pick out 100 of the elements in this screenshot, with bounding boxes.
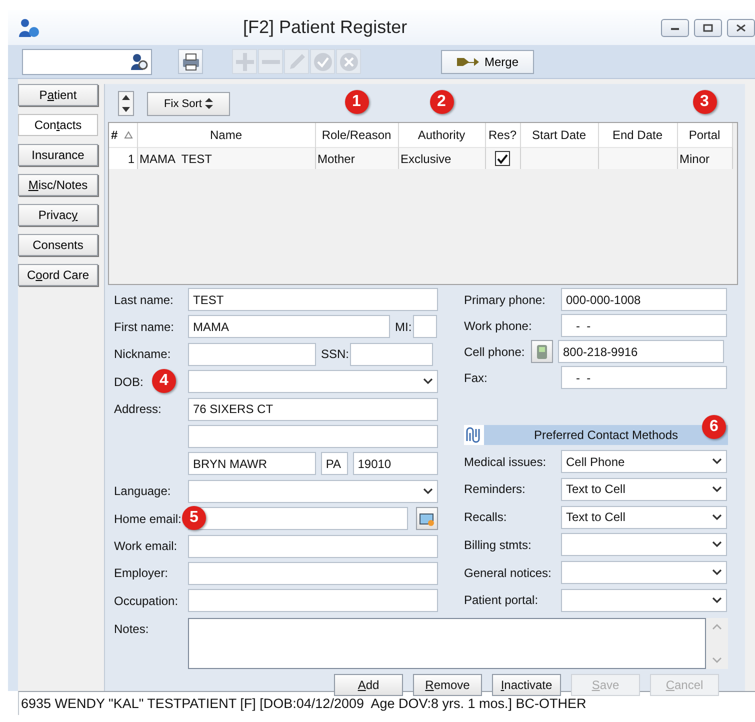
chevron-down-icon [712,458,722,465]
action-button[interactable]: Inactivate [492,674,561,696]
number-badge: 1 [344,90,368,114]
status-text: 6935 WENDY "KAL" TESTPATIENT [F] [DOB:04/12/2009 Age DOV:8 yrs. 1 mos.] BC-OTHER [21,696,586,711]
text-field[interactable] [188,534,438,558]
column-header[interactable]: Name [210,128,242,142]
maximize-icon [703,24,713,32]
side-tab[interactable]: Insurance [18,144,98,166]
plus-icon [234,50,256,72]
text-field[interactable] [188,589,438,612]
table-cell: Minor [680,152,710,166]
side-tab[interactable]: Misc/Notes [18,174,98,196]
chevron-down-icon [712,657,722,664]
side-tab[interactable]: Coord Care [18,264,98,286]
text-field[interactable]: TEST [188,288,438,311]
chevron-down-icon [712,486,722,493]
field-label: Cell phone: [464,344,525,358]
text-field[interactable] [188,342,316,366]
field-label: Work email: [114,539,178,554]
chevron-up-icon [712,624,722,630]
caret-down-icon [122,106,130,112]
dropdown-field[interactable] [561,588,727,612]
dropdown-field[interactable] [561,561,727,584]
scrollbar[interactable] [706,618,728,670]
close-icon [338,50,360,72]
checkbox[interactable] [495,151,510,166]
dropdown-field[interactable]: Cell Phone [561,450,727,473]
action-button[interactable]: Remove [413,674,482,696]
merge-button[interactable]: Merge [441,50,534,74]
text-field[interactable]: BRYN MAWR [188,452,316,476]
check-icon [497,154,508,164]
field-label: Address: [114,402,162,416]
print-button[interactable] [178,49,203,74]
field-label: Occupation: [114,594,178,608]
phone-button[interactable] [531,340,553,363]
table-cell: 1 [128,152,134,166]
text-field[interactable]: 000-000-1008 [561,288,727,311]
field-label: Reminders: [464,482,526,496]
close-button[interactable] [727,18,755,36]
number-badge: 4 [152,369,176,394]
side-tab[interactable]: Patient [18,84,98,106]
field-label: First name: [114,320,174,334]
text-field[interactable] [412,315,437,338]
text-field[interactable]: MAMA [188,315,390,338]
field-label: DOB: [114,374,144,389]
search-field[interactable] [22,48,152,74]
dropdown-field[interactable]: Text to Cell [561,506,727,529]
text-field[interactable] [350,342,434,366]
side-tab[interactable]: Consents [18,234,98,256]
action-button[interactable]: Add [334,674,403,696]
text-field[interactable]: PA [320,452,348,476]
person-icon [18,16,40,38]
fix-sort-button[interactable]: Fix Sort [147,92,230,116]
envelope-icon [419,510,435,527]
sort-icon [204,98,213,109]
field-label: Patient portal: [464,593,538,608]
field-label: Home email: [114,512,182,526]
field-label: Nickname: [114,347,171,362]
chevron-down-icon [712,596,722,604]
maximize-button[interactable] [694,18,722,36]
chevron-down-icon [712,541,722,548]
text-field[interactable]: 76 SIXERS CT [188,398,438,421]
text-field[interactable]: 800-218-9916 [558,340,724,363]
dropdown-field[interactable] [188,370,438,394]
number-badge: 5 [182,506,206,530]
mobile-phone-icon [536,344,548,360]
chevron-down-icon [712,569,722,576]
field-label: Recalls: [464,510,507,524]
column-header[interactable]: # [111,128,118,142]
field-label: Primary phone: [464,292,546,306]
chevron-down-icon [423,488,433,495]
text-field[interactable] [188,507,408,530]
field-label: Fax: [464,370,488,384]
side-tab[interactable]: Privacy [18,204,98,226]
number-badge: 6 [702,415,726,439]
field-label: Work phone: [464,318,532,332]
text-field[interactable]: - - [561,366,727,389]
text-field[interactable] [188,562,438,585]
minimize-button[interactable] [661,18,689,36]
wave-icon [464,425,484,445]
text-field[interactable]: - - [561,314,727,337]
dropdown-field[interactable] [188,480,438,503]
chevron-down-icon [423,378,433,386]
chevron-down-icon [712,514,722,521]
caret-up-icon [122,95,130,100]
spinner-control[interactable] [118,91,134,116]
email-button[interactable] [416,507,438,530]
notes-field[interactable] [188,618,706,670]
text-field[interactable] [188,424,438,448]
field-label: SSN: [321,347,350,362]
dropdown-field[interactable]: Text to Cell [561,478,727,501]
close-icon [736,24,746,32]
field-label: Notes: [114,622,149,636]
field-label: Billing stmts: [464,538,532,552]
table-cell: MAMA TEST [140,152,212,166]
field-label: Language: [114,484,171,498]
window-title: [F2] Patient Register [243,17,408,38]
side-tab[interactable]: Contacts [18,114,98,136]
dropdown-field[interactable] [561,533,727,556]
text-field[interactable]: 19010 [352,452,438,476]
